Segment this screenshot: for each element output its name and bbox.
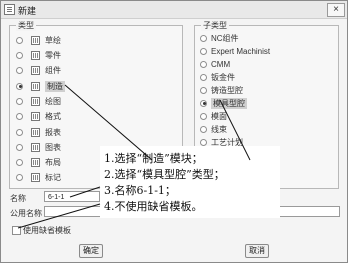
arrow-to-manufacturing — [64, 84, 153, 161]
arrow-to-mold-cavity — [219, 99, 251, 161]
arrow-to-default-template — [17, 203, 101, 229]
arrow-to-name-field — [69, 186, 101, 198]
annotation-arrows — [17, 84, 251, 229]
